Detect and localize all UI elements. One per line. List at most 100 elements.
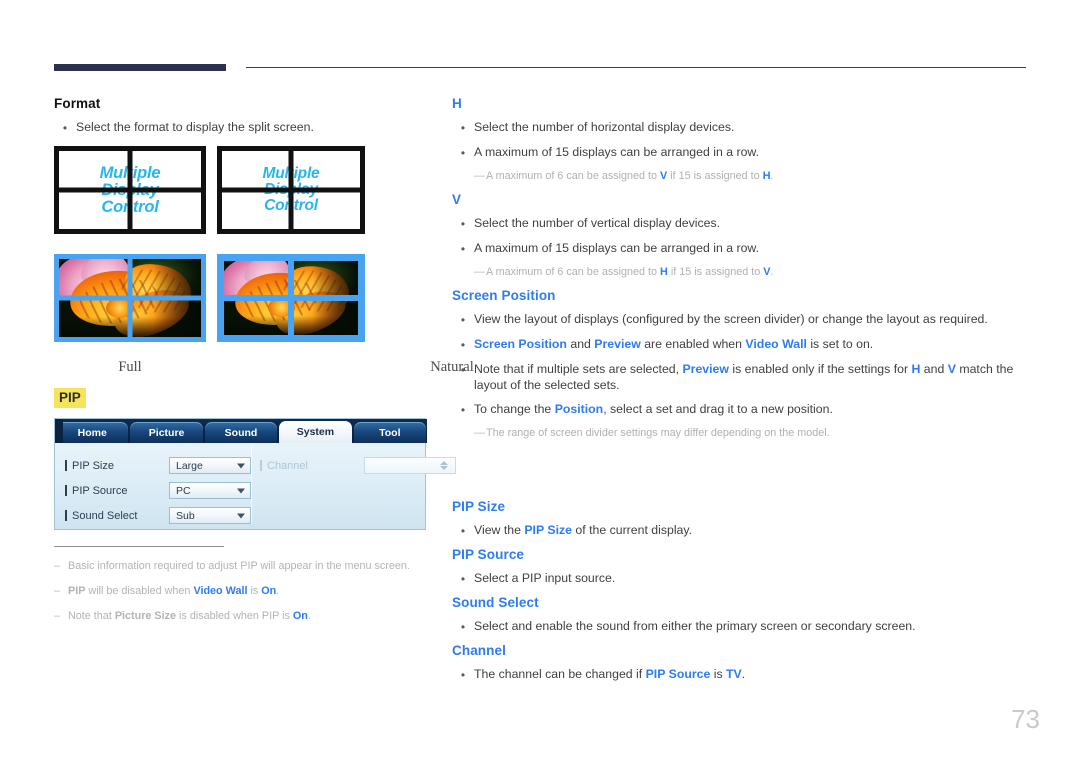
osd-row-pip-source: PIP Source PC (65, 478, 251, 503)
sp-term-preview: Preview (594, 337, 641, 351)
note-dash-icon: — (474, 427, 485, 439)
footnote-1-text: Basic information required to adjust PIP… (68, 560, 410, 572)
format-bullet: • Select the format to display the split… (54, 119, 444, 136)
sp-b3-mid: is enabled only if the settings for (728, 362, 912, 376)
v-note-text: A maximum of 6 can be assigned to H if 1… (486, 265, 1032, 280)
chevron-down-icon (237, 488, 245, 493)
bullet-marker-icon: • (460, 313, 466, 327)
pip-source-bullet-text: Select a PIP input source. (474, 571, 616, 585)
v-bullet-2-text: A maximum of 15 displays can be arranged… (474, 241, 760, 255)
osd-value-sound-select: Sub (176, 509, 195, 522)
pip-size-end: of the current display. (571, 523, 693, 537)
note-dash-icon: — (474, 170, 485, 182)
screen-position-heading: Screen Position (452, 288, 556, 303)
pip-size-bullet-text: View the PIP Size of the current display… (474, 522, 1032, 538)
channel-term-tv: TV (726, 667, 742, 681)
channel-mid: is (710, 667, 727, 681)
v-bullet-2: • A maximum of 15 displays can be arrang… (452, 240, 1032, 257)
osd-label-sound-select: Sound Select (65, 510, 169, 522)
photo-divider-horizontal (224, 295, 358, 301)
sp-b2-end: is set to on. (806, 337, 874, 351)
sp-term-screen-position: Screen Position (474, 337, 567, 351)
sound-select-bullet-text: Select and enable the sound from either … (474, 619, 916, 633)
sp-term-v: V (947, 362, 956, 376)
v-note: — A maximum of 6 can be assigned to H if… (452, 265, 1032, 280)
channel-term-pip-source: PIP Source (645, 667, 711, 681)
osd-tab-sound[interactable]: Sound (204, 422, 278, 443)
sp-b3-and: and (920, 362, 948, 376)
page-number: 73 (1011, 704, 1040, 734)
osd-tab-tool[interactable]: Tool (353, 422, 427, 443)
footnote-3-text: Note that Picture Size is disabled when … (68, 609, 444, 624)
osd-combo-sound-select[interactable]: Sub (169, 507, 251, 524)
screen-position-bullet-3: • Note that if multiple sets are selecte… (452, 361, 1032, 393)
bullet-marker-icon: • (460, 217, 466, 231)
footnote-2-text: PIP will be disabled when Video Wall is … (68, 584, 444, 599)
osd-tab-system[interactable]: System (279, 421, 352, 443)
v-bullet-1-text: Select the number of vertical display de… (474, 216, 721, 230)
bullet-marker-icon: • (62, 121, 68, 135)
screen-position-bullet-3-text: Note that if multiple sets are selected,… (474, 361, 1032, 393)
osd-value-pip-size: Large (176, 459, 203, 472)
osd-channel-column: Channel (251, 445, 456, 524)
h-note: — A maximum of 6 can be assigned to V if… (452, 169, 1032, 184)
osd-tab-bar: Home Picture Sound System Tool (55, 419, 427, 443)
osd-combo-pip-size[interactable]: Large (169, 457, 251, 474)
bullet-marker-icon: • (460, 403, 466, 417)
footnote-dash-icon: – (54, 560, 61, 572)
h-note-pre: A maximum of 6 can be assigned to (486, 170, 661, 182)
pip-source-bullet: • Select a PIP input source. (452, 570, 1032, 587)
footnote-separator (54, 546, 224, 547)
sp-term-preview-2: Preview (682, 362, 729, 376)
screen-position-bullet-4: • To change the Position, select a set a… (452, 401, 1032, 418)
screen-position-bullet-4-text: To change the Position, select a set and… (474, 401, 1032, 417)
natural-text-tile: Multiple Display Control (217, 146, 365, 234)
h-note-text: A maximum of 6 can be assigned to V if 1… (486, 169, 1032, 184)
spinner-down-icon[interactable] (440, 466, 448, 470)
h-bullet-1: • Select the number of horizontal displa… (452, 119, 1032, 136)
channel-pre: The channel can be changed if (474, 667, 646, 681)
full-photo-tile (54, 254, 206, 342)
pip-size-bullet: • View the PIP Size of the current displ… (452, 522, 1032, 539)
osd-row-sound-select: Sound Select Sub (65, 503, 251, 528)
sp-term-video-wall: Video Wall (745, 337, 807, 351)
sp-b4-end: , select a set and drag it to a new posi… (603, 402, 833, 416)
bullet-marker-icon: • (460, 572, 466, 586)
v-note-mid: if 15 is assigned to (667, 266, 764, 278)
footnote-2-mid: will be disabled when (85, 585, 194, 597)
osd-tab-picture[interactable]: Picture (130, 422, 203, 443)
note-dash-icon: — (474, 266, 485, 278)
format-bullet-text: Select the format to display the split s… (76, 120, 314, 134)
full-text-tile: Multiple Display Control (54, 146, 206, 234)
osd-combo-pip-source[interactable]: PC (169, 482, 251, 499)
screen-position-bullet-1-text: View the layout of displays (configured … (474, 312, 988, 326)
bullet-marker-icon: • (460, 121, 466, 135)
sp-b2-and: and (566, 337, 595, 351)
footnote-dash-icon: – (54, 585, 61, 597)
channel-bullet: • The channel can be changed if PIP Sour… (452, 666, 1032, 683)
osd-settings-column: PIP Size Large PIP Source PC Sound Selec… (61, 445, 251, 524)
osd-row-pip-size: PIP Size Large (65, 453, 251, 478)
v-note-h: H (660, 266, 668, 278)
footnote-2-end: . (276, 585, 280, 597)
osd-channel-spinner[interactable] (364, 457, 456, 474)
h-bullet-2: • A maximum of 15 displays can be arrang… (452, 144, 1032, 161)
h-note-end: . (770, 170, 774, 182)
header-rule-thick (54, 64, 226, 71)
bullet-marker-icon: • (460, 620, 466, 634)
osd-tab-home[interactable]: Home (56, 422, 129, 443)
bullet-marker-icon: • (460, 668, 466, 682)
footnote-2: – PIP will be disabled when Video Wall i… (54, 584, 444, 599)
osd-label-pip-source: PIP Source (65, 485, 169, 497)
footnote-1: – Basic information required to adjust P… (54, 559, 444, 574)
pip-source-heading: PIP Source (452, 547, 525, 562)
format-heading: Format (54, 96, 101, 111)
v-heading: V (452, 192, 462, 207)
footnote-2-on: On (261, 585, 277, 597)
tile-divider-horizontal (222, 187, 360, 193)
h-bullet-1-text: Select the number of horizontal display … (474, 120, 735, 134)
screen-position-bullet-1: • View the layout of displays (configure… (452, 311, 1032, 328)
caption-full: Full (118, 359, 142, 375)
footnote-3-mid: is disabled when PIP is (176, 610, 293, 622)
spinner-up-icon[interactable] (440, 461, 448, 465)
